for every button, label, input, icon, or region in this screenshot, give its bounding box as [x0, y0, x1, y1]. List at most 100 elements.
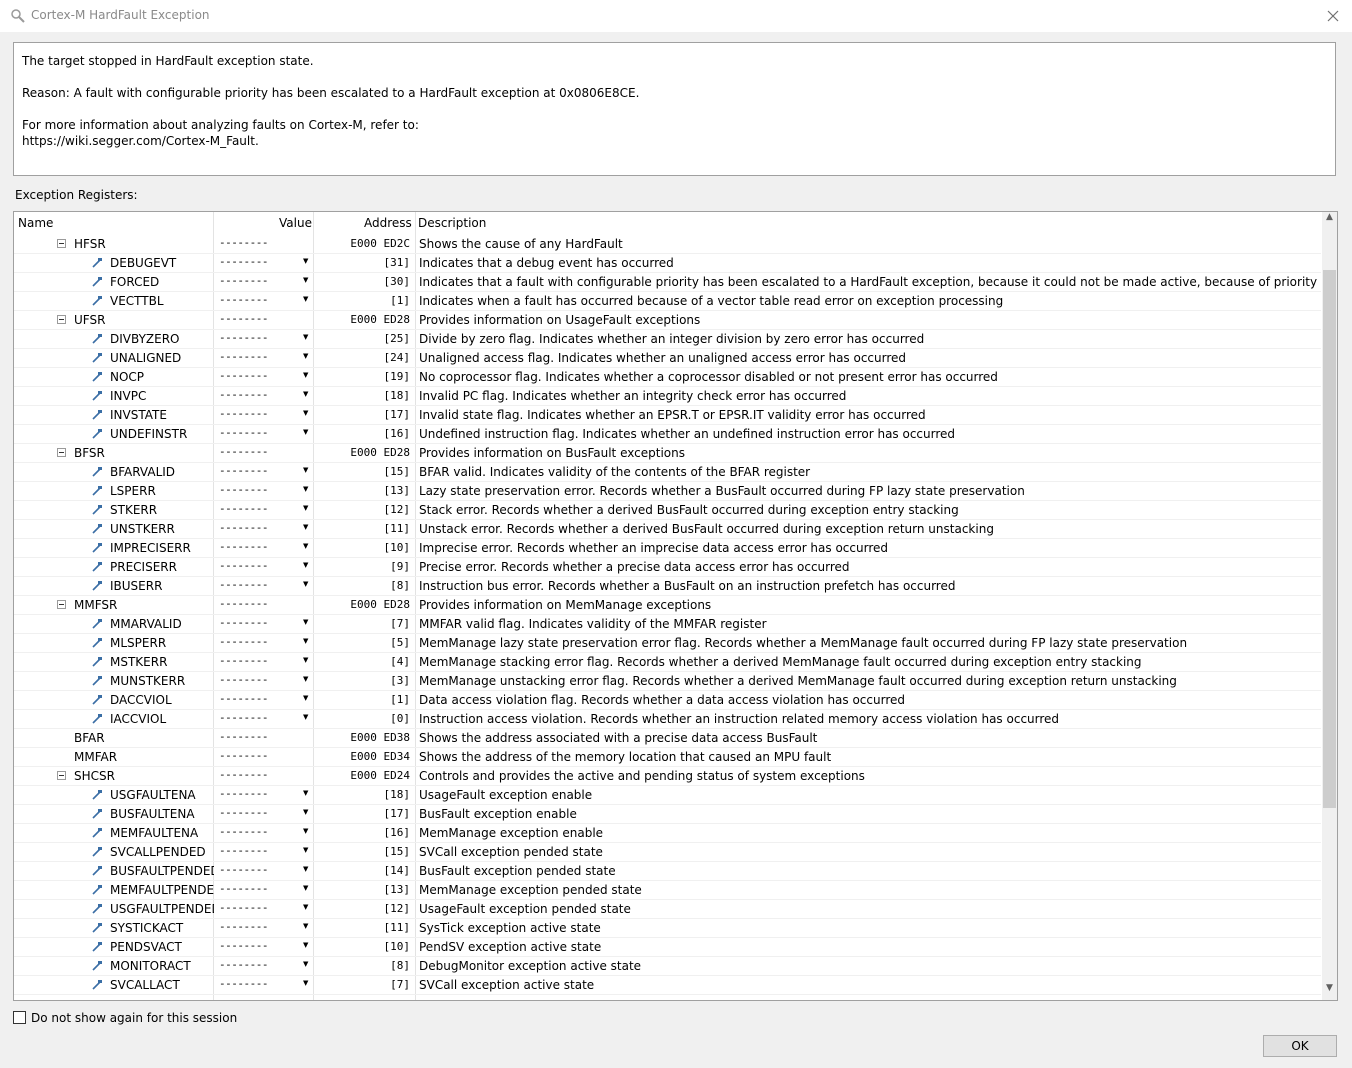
table-row[interactable]: IMPRECISERR -------- ▼ [10] Imprecise error.… — [14, 539, 1321, 558]
dropdown-arrow-icon[interactable]: ▼ — [303, 675, 308, 683]
table-row[interactable]: DIVBYZERO -------- ▼ [25] Divide by zero fla… — [14, 330, 1321, 349]
do-not-show-label[interactable]: Do not show again for this session — [31, 1011, 237, 1025]
table-row[interactable]: BUSFAULTENA -------- ▼ [17] BusFault excepti… — [14, 805, 1321, 824]
column-header-value[interactable]: Value — [279, 216, 312, 230]
register-value[interactable]: -------- — [219, 521, 309, 534]
dropdown-arrow-icon[interactable]: ▼ — [303, 713, 308, 721]
register-value[interactable]: -------- — [219, 578, 309, 591]
dropdown-arrow-icon[interactable]: ▼ — [303, 295, 308, 303]
collapse-icon[interactable] — [57, 771, 66, 780]
table-row[interactable]: MUNSTKERR -------- ▼ [3] MemManage unstackin… — [14, 672, 1321, 691]
register-value[interactable]: -------- — [219, 483, 309, 496]
table-row[interactable]: BFAR -------- E000 ED38 Shows the address a… — [14, 729, 1321, 748]
register-value[interactable]: -------- — [219, 635, 309, 648]
collapse-icon[interactable] — [57, 448, 66, 457]
register-value[interactable]: -------- — [219, 597, 309, 610]
register-value[interactable]: -------- — [219, 711, 309, 724]
register-value[interactable]: -------- — [219, 464, 309, 477]
register-value[interactable]: -------- — [219, 977, 309, 990]
column-header-name[interactable]: Name — [18, 216, 53, 230]
register-value[interactable]: -------- — [219, 616, 309, 629]
register-value[interactable]: -------- — [219, 958, 309, 971]
scroll-thumb[interactable] — [1323, 270, 1336, 808]
scroll-down-icon[interactable]: ▼ — [1322, 983, 1337, 1000]
table-row[interactable]: MEMFAULTPENDED -------- ▼ [13] MemManage exc… — [14, 881, 1321, 900]
dropdown-arrow-icon[interactable]: ▼ — [303, 865, 308, 873]
scroll-up-icon[interactable]: ▲ — [1322, 212, 1337, 229]
register-value[interactable]: -------- — [219, 388, 309, 401]
register-value[interactable]: -------- — [219, 863, 309, 876]
table-row[interactable]: HFSR -------- E000 ED2C Shows the cause of … — [14, 235, 1321, 254]
register-value[interactable]: -------- — [219, 369, 309, 382]
register-value[interactable]: -------- — [219, 825, 309, 838]
register-value[interactable]: -------- — [219, 806, 309, 819]
register-value[interactable]: -------- — [219, 255, 309, 268]
table-row[interactable]: UNALIGNED -------- ▼ [24] Unaligned access f… — [14, 349, 1321, 368]
table-row[interactable]: PRECISERR -------- ▼ [9] Precise error. Reco… — [14, 558, 1321, 577]
dropdown-arrow-icon[interactable]: ▼ — [303, 960, 308, 968]
do-not-show-checkbox[interactable] — [13, 1011, 26, 1024]
register-value[interactable]: -------- — [219, 293, 309, 306]
table-row[interactable]: FORCED -------- ▼ [30] Indicates that a faul… — [14, 273, 1321, 292]
table-row[interactable]: NOCP -------- ▼ [19] No coprocessor flag. In… — [14, 368, 1321, 387]
dropdown-arrow-icon[interactable]: ▼ — [303, 618, 308, 626]
dropdown-arrow-icon[interactable]: ▼ — [303, 922, 308, 930]
table-row[interactable]: INVPC -------- ▼ [18] Invalid PC flag. Indic… — [14, 387, 1321, 406]
table-row[interactable]: BFSR -------- E000 ED28 Provides informatio… — [14, 444, 1321, 463]
collapse-icon[interactable] — [57, 315, 66, 324]
register-value[interactable]: -------- — [219, 673, 309, 686]
close-icon[interactable] — [1320, 3, 1346, 29]
column-header-address[interactable]: Address — [364, 216, 412, 230]
table-row[interactable]: INVSTATE -------- ▼ [17] Invalid state flag.… — [14, 406, 1321, 425]
register-value[interactable]: -------- — [219, 540, 309, 553]
dropdown-arrow-icon[interactable]: ▼ — [303, 884, 308, 892]
collapse-icon[interactable] — [57, 239, 66, 248]
dropdown-arrow-icon[interactable]: ▼ — [303, 333, 308, 341]
register-value[interactable]: -------- — [219, 350, 309, 363]
dropdown-arrow-icon[interactable]: ▼ — [303, 542, 308, 550]
table-row[interactable]: SVCALLACT -------- ▼ [7] SVCall exception ac… — [14, 976, 1321, 995]
dropdown-arrow-icon[interactable]: ▼ — [303, 827, 308, 835]
table-row[interactable]: UNDEFINSTR -------- ▼ [16] Undefined instruc… — [14, 425, 1321, 444]
register-value[interactable]: -------- — [219, 426, 309, 439]
exception-registers-grid[interactable]: Name Value Address Description HFSR -----… — [13, 211, 1338, 1001]
dropdown-arrow-icon[interactable]: ▼ — [303, 371, 308, 379]
vertical-scrollbar[interactable]: ▲ ▼ — [1322, 212, 1337, 1000]
table-row[interactable]: MMFAR -------- E000 ED34 Shows the address … — [14, 748, 1321, 767]
register-value[interactable]: -------- — [219, 844, 309, 857]
dropdown-arrow-icon[interactable]: ▼ — [303, 580, 308, 588]
dropdown-arrow-icon[interactable]: ▼ — [303, 561, 308, 569]
table-row[interactable]: IBUSERR -------- ▼ [8] Instruction bus error… — [14, 577, 1321, 596]
table-row[interactable]: STKERR -------- ▼ [12] Stack error. Records … — [14, 501, 1321, 520]
table-row[interactable]: USGFAULTENA -------- ▼ [18] UsageFault excep… — [14, 786, 1321, 805]
dropdown-arrow-icon[interactable]: ▼ — [303, 903, 308, 911]
dropdown-arrow-icon[interactable]: ▼ — [303, 409, 308, 417]
dropdown-arrow-icon[interactable]: ▼ — [303, 504, 308, 512]
register-value[interactable]: -------- — [219, 901, 309, 914]
dropdown-arrow-icon[interactable]: ▼ — [303, 637, 308, 645]
dropdown-arrow-icon[interactable]: ▼ — [303, 789, 308, 797]
table-row[interactable]: UNSTKERR -------- ▼ [11] Unstack error. Reco… — [14, 520, 1321, 539]
table-row[interactable]: USGFAULTPENDED -------- ▼ [12] UsageFault ex… — [14, 900, 1321, 919]
table-row[interactable]: SHCSR -------- E000 ED24 Controls and provi… — [14, 767, 1321, 786]
table-row[interactable]: SYSTICKACT -------- ▼ [11] SysTick exception… — [14, 919, 1321, 938]
dropdown-arrow-icon[interactable]: ▼ — [303, 979, 308, 987]
register-value[interactable]: -------- — [219, 730, 309, 743]
dropdown-arrow-icon[interactable]: ▼ — [303, 846, 308, 854]
register-value[interactable]: -------- — [219, 331, 309, 344]
register-value[interactable]: -------- — [219, 559, 309, 572]
ok-button[interactable]: OK — [1263, 1035, 1337, 1057]
register-value[interactable]: -------- — [219, 749, 309, 762]
register-value[interactable]: -------- — [219, 768, 309, 781]
register-value[interactable]: -------- — [219, 654, 309, 667]
register-value[interactable]: -------- — [219, 312, 309, 325]
table-row[interactable]: MSTKERR -------- ▼ [4] MemManage stacking er… — [14, 653, 1321, 672]
dropdown-arrow-icon[interactable]: ▼ — [303, 808, 308, 816]
table-row[interactable]: VECTTBL -------- ▼ [1] Indicates when a faul… — [14, 292, 1321, 311]
dropdown-arrow-icon[interactable]: ▼ — [303, 428, 308, 436]
register-value[interactable]: -------- — [219, 787, 309, 800]
table-row[interactable]: BFARVALID -------- ▼ [15] BFAR valid. Indica… — [14, 463, 1321, 482]
table-row[interactable]: SVCALLPENDED -------- ▼ [15] SVCall exceptio… — [14, 843, 1321, 862]
dropdown-arrow-icon[interactable]: ▼ — [303, 352, 308, 360]
table-row[interactable]: MLSPERR -------- ▼ [5] MemManage lazy state … — [14, 634, 1321, 653]
